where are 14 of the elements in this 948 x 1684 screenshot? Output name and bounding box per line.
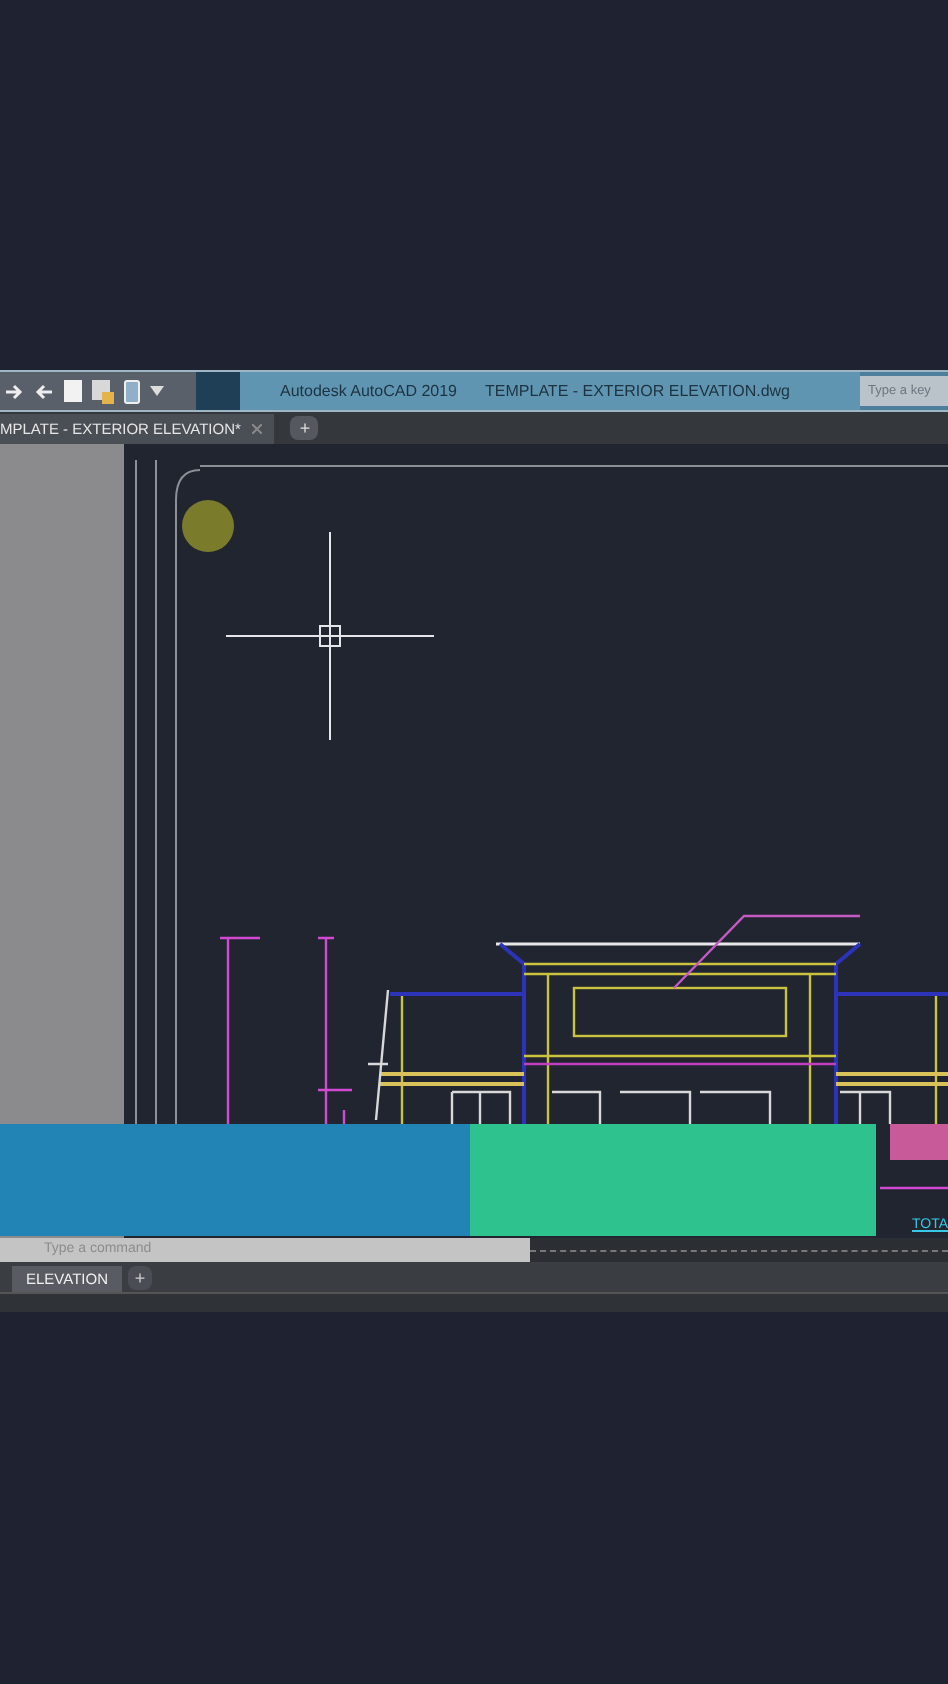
hatch-pattern xyxy=(890,1124,948,1160)
cursor-highlight xyxy=(182,500,234,552)
dropdown-icon[interactable] xyxy=(150,386,164,396)
title-bar-shade xyxy=(196,372,240,410)
new-tab-button[interactable]: + xyxy=(290,416,319,440)
file-title: TEMPLATE - EXTERIOR ELEVATION.dwg xyxy=(485,379,790,403)
mobile-icon[interactable] xyxy=(124,379,140,403)
quick-access-toolbar[interactable] xyxy=(0,372,196,410)
undo-icon[interactable] xyxy=(34,383,54,399)
app-title: Autodesk AutoCAD 2019 xyxy=(280,379,458,403)
redo-icon[interactable] xyxy=(4,383,24,399)
dimension-line xyxy=(880,1186,948,1190)
new-layout-button[interactable]: + xyxy=(127,1266,152,1290)
save-icon[interactable] xyxy=(92,379,114,403)
